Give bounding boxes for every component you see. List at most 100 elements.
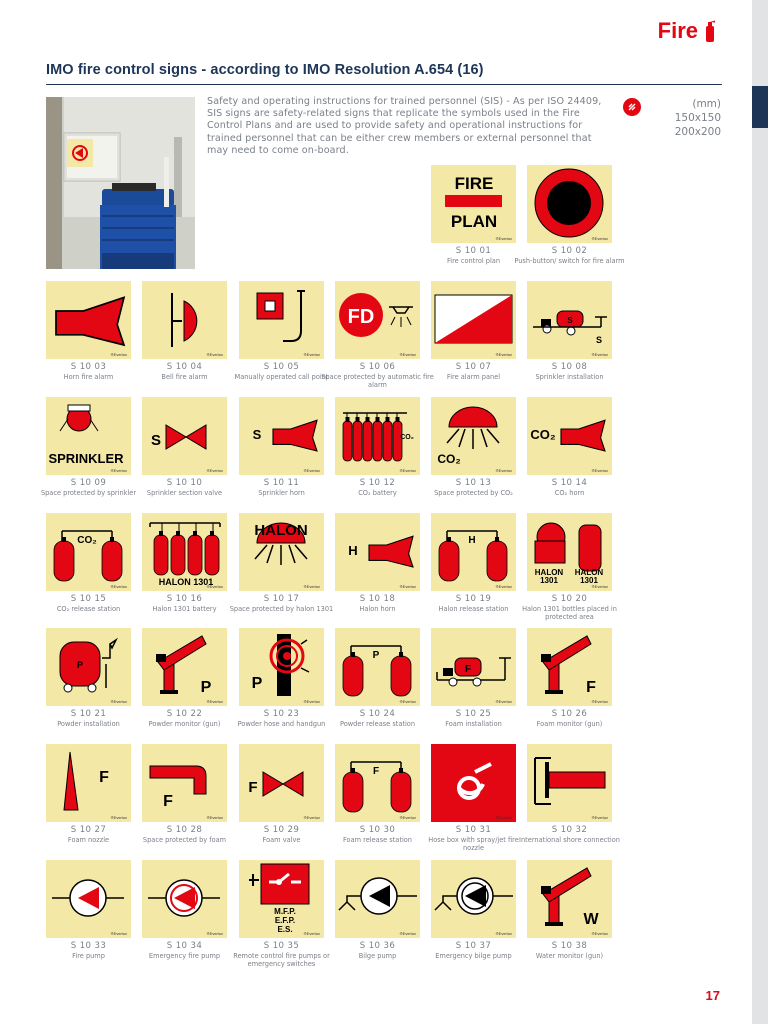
sign-tile: CO₂ ®Everlux S 10 15 CO₂ release station <box>46 513 131 613</box>
hose-box-sign-icon: ®Everlux <box>431 744 516 822</box>
brand-mark: ®Everlux <box>399 584 416 589</box>
sign-tile: S ®Everlux S 10 11 Sprinkler horn <box>239 397 324 497</box>
sign-code: S 10 36 <box>359 941 396 951</box>
sign-code: S 10 10 <box>166 478 203 488</box>
brand-mark: ®Everlux <box>206 815 223 820</box>
sign-tile: CO₂ ®Everlux S 10 13 Space protected by CO₂ <box>431 397 516 497</box>
sign-caption: Foam monitor (gun) <box>536 720 603 728</box>
svg-text:F: F <box>465 664 471 675</box>
sign-code: S 10 07 <box>455 362 492 372</box>
monitor-sign-icon: P ®Everlux <box>142 628 227 706</box>
sprinkler-head-sign-icon: SPRINKLER ®Everlux <box>46 397 131 475</box>
fire-plan-sign-icon: FIRE PLAN ®Everlux <box>431 165 516 243</box>
sign-tile: ®Everlux S 10 05 Manually operated call po… <box>235 281 328 381</box>
valve-sign-icon: S ®Everlux <box>142 397 227 475</box>
brand-mark: ®Everlux <box>495 699 512 704</box>
brand-mark: ®Everlux <box>591 236 608 241</box>
sign-code: S 10 27 <box>70 825 107 835</box>
bilge-pump-sign-icon: ®Everlux <box>335 860 420 938</box>
sign-code: S 10 09 <box>70 478 107 488</box>
brand-mark: ®Everlux <box>591 815 608 820</box>
sign-tile: HALON 1301 ®Everlux S 10 16 Halon 1301 batt… <box>142 513 227 613</box>
bell-sign-icon: ®Everlux <box>142 281 227 359</box>
brand-mark: ®Everlux <box>206 584 223 589</box>
sign-code: S 10 01 <box>455 246 492 256</box>
brand-mark: ®Everlux <box>206 352 223 357</box>
sign-code: S 10 28 <box>166 825 203 835</box>
sign-code: S 10 11 <box>263 478 300 488</box>
sign-code: S 10 15 <box>70 594 107 604</box>
sign-code: S 10 23 <box>263 709 300 719</box>
brand-mark: ®Everlux <box>591 468 608 473</box>
brand-mark: ®Everlux <box>110 815 127 820</box>
sign-tile: F ®Everlux S 10 25 Foam installation <box>431 628 516 728</box>
brand-mark: ®Everlux <box>399 468 416 473</box>
sign-code: S 10 20 <box>551 594 588 604</box>
halon-battery-sign-icon: HALON 1301 ®Everlux <box>142 513 227 591</box>
brand-mark: ®Everlux <box>110 931 127 936</box>
sign-tile: FD ®Everlux S 10 06 Space protected by auto… <box>321 281 434 389</box>
sign-code: S 10 03 <box>70 362 107 372</box>
svg-text:F: F <box>373 766 379 777</box>
hose-reel-sign-icon: P ®Everlux <box>239 628 324 706</box>
sign-code: S 10 22 <box>166 709 203 719</box>
brand-mark: ®Everlux <box>591 352 608 357</box>
halon-bottles-sign-icon: HALON 1301 HALON 1301 ®Everlux <box>527 513 612 591</box>
brand-mark: ®Everlux <box>591 584 608 589</box>
svg-text:SPRINKLER: SPRINKLER <box>48 451 124 466</box>
sign-tile: F ®Everlux S 10 26 Foam monitor (gun) <box>527 628 612 728</box>
brand-mark: ®Everlux <box>495 352 512 357</box>
sign-caption: CO₂ horn <box>554 489 585 497</box>
svg-text:P: P <box>201 679 212 696</box>
brand-mark: ®Everlux <box>110 352 127 357</box>
foam-installation-sign-icon: F ®Everlux <box>431 628 516 706</box>
sign-tile: F ®Everlux S 10 28 Space protected by foam <box>142 744 227 844</box>
monitor-sign-icon: W ®Everlux <box>527 860 612 938</box>
monitor-sign-icon: F ®Everlux <box>527 628 612 706</box>
svg-text:H: H <box>348 543 357 558</box>
foam-pipe-sign-icon: F ®Everlux <box>142 744 227 822</box>
installation-photo <box>46 97 195 269</box>
release-station-sign-icon: CO₂ ®Everlux <box>46 513 131 591</box>
remote-control-sign-icon: M.F.P. E.F.P. E.S. ®Everlux <box>239 860 324 938</box>
brand-mark: ®Everlux <box>399 815 416 820</box>
sign-code: S 10 04 <box>166 362 203 372</box>
sign-code: S 10 30 <box>359 825 396 835</box>
brand-mark: ®Everlux <box>399 352 416 357</box>
pump-sign-icon: ®Everlux <box>46 860 131 938</box>
page-number: 17 <box>705 988 720 1003</box>
brand-mark: ®Everlux <box>399 699 416 704</box>
sprinkler-installation-sign-icon: S S ®Everlux <box>527 281 612 359</box>
release-station-sign-icon: H ®Everlux <box>431 513 516 591</box>
sign-tile: M.F.P. E.F.P. E.S. ®Everlux S 10 35 Remote co… <box>233 860 330 968</box>
svg-text:S: S <box>151 432 161 449</box>
brand-mark: ®Everlux <box>303 931 320 936</box>
sign-code: S 10 06 <box>359 362 396 372</box>
shore-connection-sign-icon: ®Everlux <box>527 744 612 822</box>
sign-tile: HALON ®Everlux S 10 17 Space protected by h… <box>230 513 333 613</box>
sign-tile: F ®Everlux S 10 27 Foam nozzle <box>46 744 131 844</box>
brand-mark: ®Everlux <box>206 468 223 473</box>
brand-mark: ®Everlux <box>495 468 512 473</box>
brand-mark: ®Everlux <box>591 699 608 704</box>
sign-code: S 10 38 <box>551 941 588 951</box>
svg-text:PLAN: PLAN <box>451 212 497 231</box>
size-icon <box>623 98 641 116</box>
sign-code: S 10 25 <box>455 709 492 719</box>
sign-tile: ®Everlux S 10 07 Fire alarm panel <box>431 281 516 381</box>
sign-code: S 10 18 <box>359 594 396 604</box>
sign-caption: Push-button/ switch for fire alarm <box>514 257 625 265</box>
sign-tile: ®Everlux S 10 31 Hose box with spray/jet f… <box>428 744 519 852</box>
svg-text:FD: FD <box>348 306 375 328</box>
svg-text:F: F <box>586 679 596 696</box>
intro-paragraph: Safety and operating instructions for tr… <box>207 96 602 156</box>
sign-tile: ®Everlux S 10 37 Emergency bilge pump <box>431 860 516 960</box>
svg-text:P: P <box>373 650 380 661</box>
sign-tile: F ®Everlux S 10 29 Foam valve <box>239 744 324 844</box>
size-option: 150x150 <box>674 112 721 124</box>
sign-caption: International shore connection <box>519 836 620 844</box>
sign-tile: H ®Everlux S 10 19 Halon release station <box>431 513 516 613</box>
sign-tile: P ®Everlux S 10 21 Powder installation <box>46 628 131 728</box>
svg-text:F: F <box>248 779 257 796</box>
svg-text:HALON 1301: HALON 1301 <box>159 577 214 587</box>
